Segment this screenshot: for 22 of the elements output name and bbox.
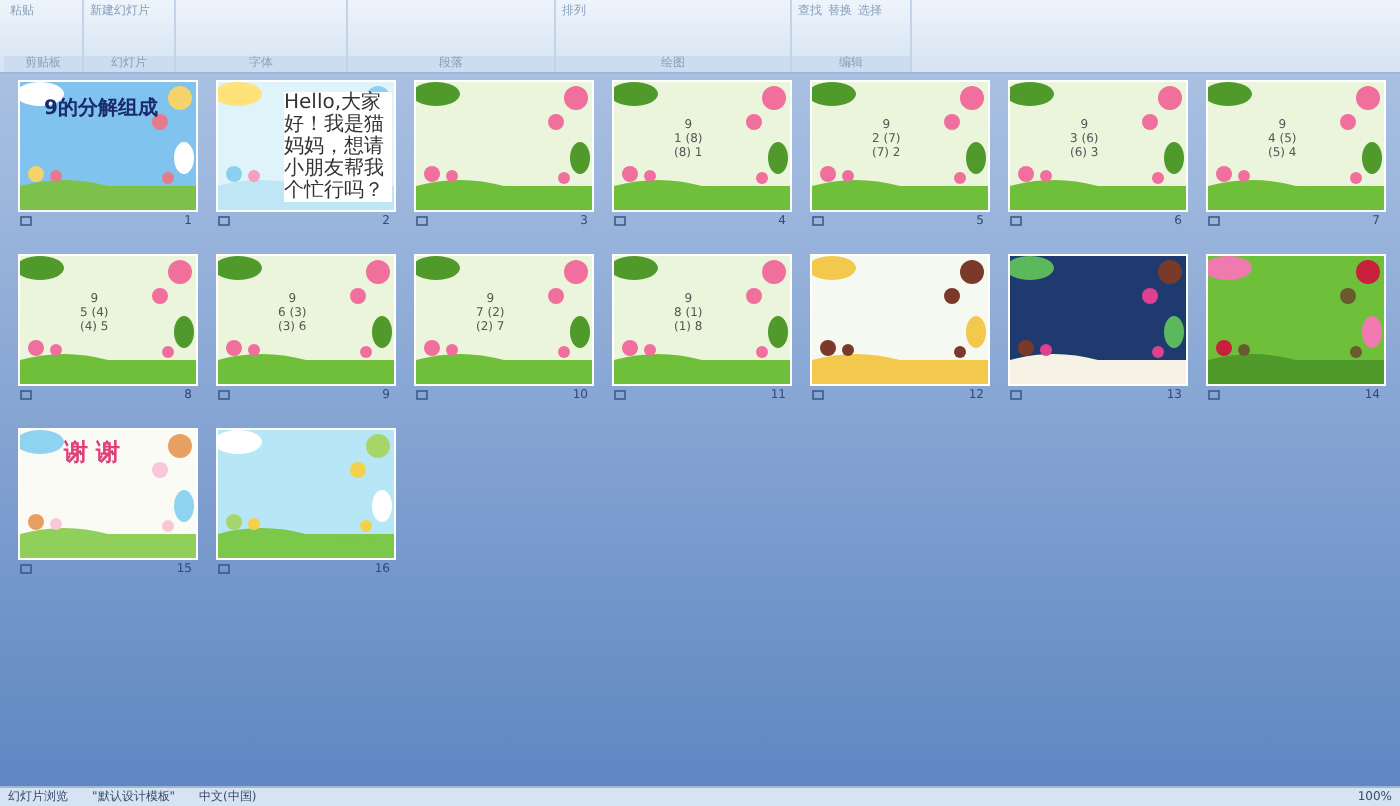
slide-icon bbox=[416, 390, 428, 400]
slide-icon bbox=[812, 216, 824, 226]
slide-icon bbox=[218, 216, 230, 226]
slide-icon bbox=[1010, 216, 1022, 226]
slide-icon bbox=[812, 390, 824, 400]
slide-text: Hello,大家好！我是猫妈妈，想请小朋友帮我个忙行吗？ bbox=[284, 92, 392, 202]
slide-icon bbox=[614, 216, 626, 226]
slide-title: 谢 谢 bbox=[64, 436, 121, 470]
slide-icon bbox=[1010, 390, 1022, 400]
slide-icon bbox=[614, 390, 626, 400]
slide-icon bbox=[218, 564, 230, 574]
slide-icon bbox=[20, 216, 32, 226]
slide-thumbnail[interactable]: 谢 谢 bbox=[18, 428, 198, 560]
slide-icon bbox=[20, 564, 32, 574]
slide-icon bbox=[1208, 390, 1220, 400]
slide-title: 9的分解组成 bbox=[44, 95, 158, 122]
slide-thumbnail[interactable]: 9的分解组成 bbox=[18, 80, 198, 212]
slide-thumbnail[interactable]: Hello,大家好！我是猫妈妈，想请小朋友帮我个忙行吗？ bbox=[216, 80, 396, 212]
slide-icon bbox=[218, 390, 230, 400]
slide-icon bbox=[20, 390, 32, 400]
slide-icon bbox=[416, 216, 428, 226]
slide-icon bbox=[1208, 216, 1220, 226]
